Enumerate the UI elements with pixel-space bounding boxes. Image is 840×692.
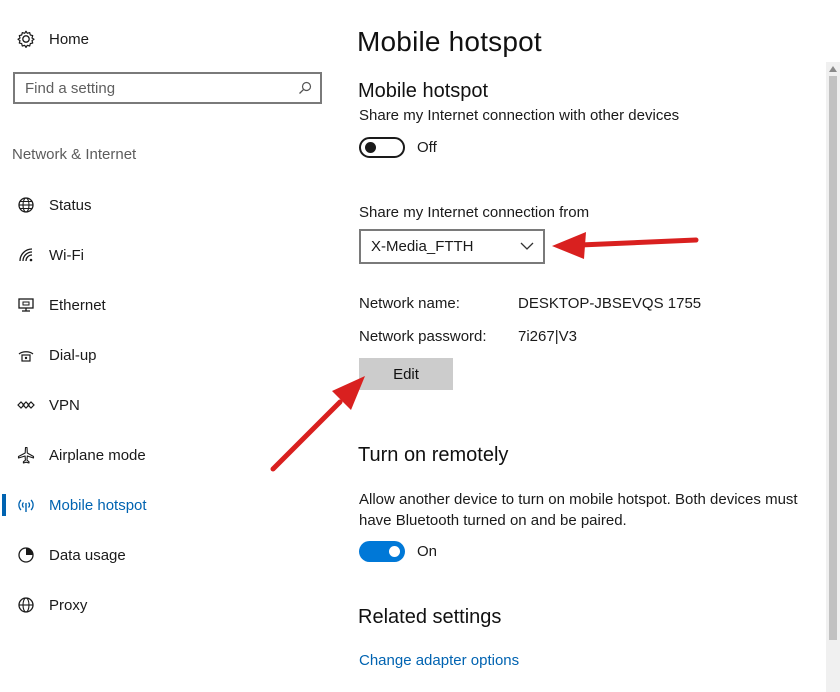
- sidebar-item-data-usage[interactable]: Data usage: [0, 530, 340, 580]
- toggle-knob: [389, 546, 400, 557]
- globe-status-icon: [18, 197, 34, 213]
- nav-list: Status Wi-Fi Ethernet Dial-up VPN Airpla…: [0, 180, 340, 630]
- sidebar-item-label: Mobile hotspot: [49, 496, 147, 514]
- sidebar-item-label: Proxy: [49, 596, 88, 614]
- scrollbar[interactable]: [826, 62, 840, 692]
- page-title: Mobile hotspot: [357, 26, 542, 57]
- sidebar-item-dialup[interactable]: Dial-up: [0, 330, 340, 380]
- remote-toggle-label: On: [417, 543, 438, 560]
- home-nav[interactable]: Home: [16, 28, 89, 50]
- chevron-down-icon: [520, 242, 534, 250]
- sidebar-item-airplane-mode[interactable]: Airplane mode: [0, 430, 340, 480]
- sidebar-item-status[interactable]: Status: [0, 180, 340, 230]
- change-adapter-options-link[interactable]: Change adapter options: [359, 652, 519, 669]
- search-box[interactable]: [13, 72, 322, 104]
- network-name-value: DESKTOP-JBSEVQS 1755: [518, 295, 702, 312]
- sidebar-item-label: VPN: [49, 396, 80, 414]
- remote-heading: Turn on remotely: [358, 444, 509, 466]
- sidebar-item-ethernet[interactable]: Ethernet: [0, 280, 340, 330]
- wifi-icon: [19, 248, 33, 262]
- related-settings-heading: Related settings: [358, 606, 502, 628]
- main-content: Mobile hotspot Mobile hotspot Share my I…: [340, 0, 826, 692]
- remote-toggle[interactable]: [359, 541, 405, 562]
- search-icon[interactable]: [298, 81, 312, 95]
- hotspot-icon: [18, 499, 34, 512]
- sidebar-item-label: Dial-up: [49, 346, 97, 364]
- network-password-label: Network password:: [359, 328, 487, 345]
- share-from-dropdown[interactable]: X-Media_FTTH: [359, 229, 545, 264]
- sidebar-item-label: Wi-Fi: [49, 246, 84, 264]
- scrollbar-thumb[interactable]: [829, 76, 837, 640]
- home-label: Home: [49, 30, 90, 48]
- share-from-selected: X-Media_FTTH: [371, 238, 474, 255]
- active-indicator: [2, 494, 6, 516]
- ethernet-icon: [18, 298, 34, 312]
- hotspot-description: Share my Internet connection with other …: [359, 107, 680, 124]
- toggle-knob: [365, 142, 376, 153]
- scroll-up-arrow-icon[interactable]: [829, 66, 837, 72]
- sidebar-item-label: Ethernet: [49, 296, 106, 314]
- sidebar-item-wifi[interactable]: Wi-Fi: [0, 230, 340, 280]
- globe-proxy-icon: [18, 597, 34, 613]
- vpn-icon: [17, 401, 35, 409]
- gear-icon: [17, 30, 35, 48]
- sidebar-item-label: Data usage: [49, 546, 126, 564]
- hotspot-toggle-label: Off: [417, 139, 437, 156]
- network-name-label: Network name:: [359, 295, 460, 312]
- sidebar-item-proxy[interactable]: Proxy: [0, 580, 340, 630]
- sidebar-item-label: Status: [49, 196, 92, 214]
- dialup-icon: [18, 351, 34, 362]
- hotspot-toggle[interactable]: [359, 137, 405, 158]
- hotspot-heading: Mobile hotspot: [358, 80, 489, 102]
- edit-button[interactable]: Edit: [359, 358, 453, 390]
- network-password-value: 7i267|V3: [518, 328, 577, 345]
- search-input[interactable]: [25, 79, 298, 97]
- section-label: Network & Internet: [12, 146, 137, 163]
- remote-description: Allow another device to turn on mobile h…: [359, 491, 798, 529]
- sidebar-item-label: Airplane mode: [49, 446, 146, 464]
- share-from-label: Share my Internet connection from: [359, 204, 590, 221]
- sidebar-item-vpn[interactable]: VPN: [0, 380, 340, 430]
- airplane-icon: [17, 446, 35, 464]
- data-usage-icon: [18, 547, 34, 563]
- sidebar: Home Network & Internet Status: [0, 0, 340, 692]
- sidebar-item-mobile-hotspot[interactable]: Mobile hotspot: [0, 480, 340, 530]
